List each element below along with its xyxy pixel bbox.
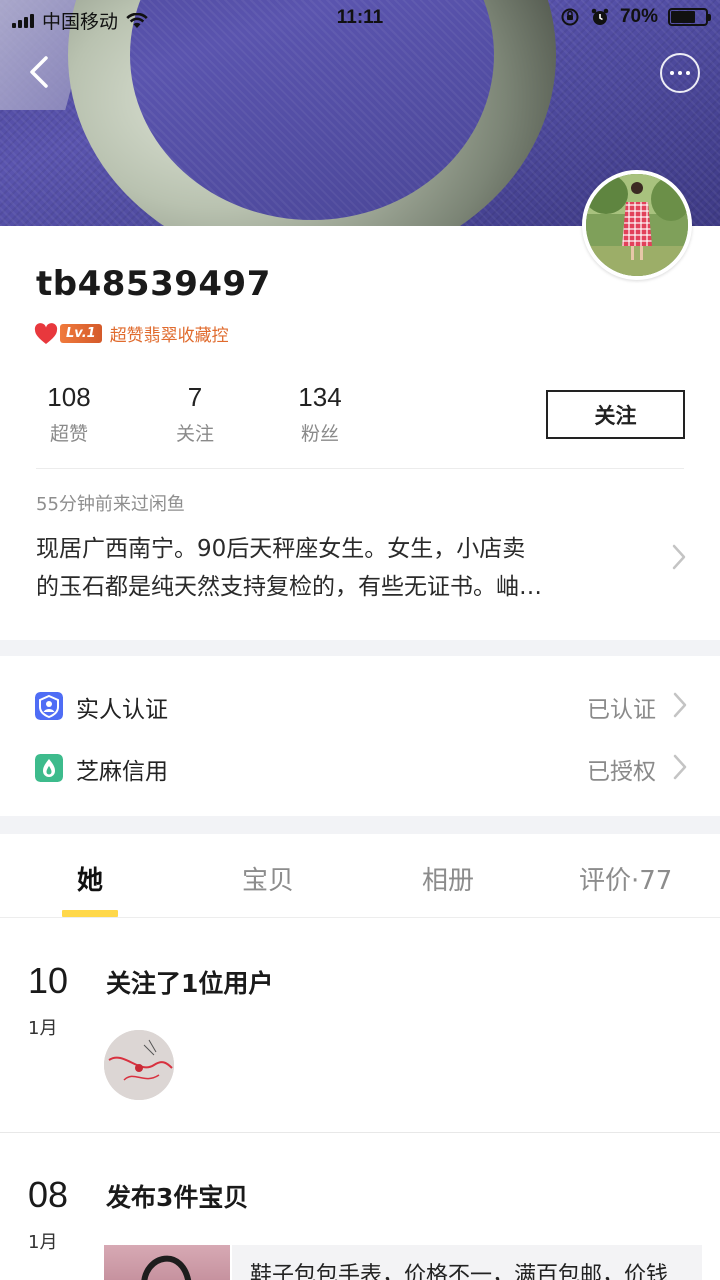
more-dot-icon: [670, 71, 674, 75]
orientation-lock-icon: [561, 8, 579, 26]
profile-card: tb48539497 Lv.1 超赞翡翠收藏控 108 超赞 7 关注 134 …: [0, 226, 720, 640]
auth-status: 已授权: [587, 759, 656, 785]
level-title: 超赞翡翠收藏控: [109, 326, 229, 346]
stat-value: 134: [298, 382, 342, 412]
feed-separator: [0, 1132, 720, 1133]
stat-value: 108: [47, 382, 91, 412]
tab-bar: 她 宝贝 相册 评价·77: [0, 834, 720, 918]
battery-icon: [668, 8, 711, 26]
sesame-credit-icon: [35, 754, 63, 782]
chevron-right-icon: [673, 692, 687, 718]
tab-reviews[interactable]: 评价·77: [579, 860, 672, 897]
feed-day: 10: [28, 960, 69, 1001]
bio-text[interactable]: 现居广西南宁。90后天秤座女生。女生，小店卖 的玉石都是纯天然支持复检的，有些无…: [36, 530, 656, 606]
divider: [36, 468, 684, 469]
active-tab-indicator: [62, 910, 118, 917]
tab-her[interactable]: 她: [77, 860, 103, 897]
real-name-verification-row[interactable]: 实人认证 已认证: [0, 676, 720, 738]
stat-likes[interactable]: 108 超赞: [29, 382, 109, 446]
chevron-right-icon: [673, 754, 687, 780]
auth-label: 芝麻信用: [76, 759, 168, 785]
section-gap: [0, 816, 720, 834]
section-gap: [0, 640, 720, 656]
activity-feed: 10 1月 关注了1位用户 08 1月 发布3件宝贝 鞋子包包手表，价格不一，满…: [0, 918, 720, 1280]
auth-status: 已认证: [587, 697, 656, 723]
feed-title: 发布3件宝贝: [106, 1183, 249, 1212]
stat-fans[interactable]: 134 粉丝: [280, 382, 360, 446]
person-verify-icon: [35, 692, 63, 720]
tab-items[interactable]: 宝贝: [242, 860, 294, 897]
username: tb48539497: [36, 264, 271, 304]
followed-user-avatar[interactable]: [104, 1030, 174, 1100]
stat-following[interactable]: 7 关注: [155, 382, 235, 446]
level-badge: Lv.1: [60, 324, 102, 343]
item-description[interactable]: 鞋子包包手表，价格不一，满百包邮，价钱: [232, 1245, 702, 1280]
back-arrow-icon[interactable]: [22, 50, 58, 94]
feed-month: 1月: [28, 1018, 58, 1039]
feed-day: 08: [28, 1174, 69, 1215]
tab-album[interactable]: 相册: [422, 860, 474, 897]
feed-title: 关注了1位用户: [106, 969, 274, 998]
heart-icon: [34, 322, 58, 344]
alarm-icon: [591, 8, 609, 25]
stat-label: 粉丝: [300, 423, 339, 445]
item-thumbnail[interactable]: [104, 1245, 230, 1280]
stat-label: 关注: [175, 423, 214, 445]
more-options-button[interactable]: [660, 53, 700, 93]
feed-month: 1月: [28, 1232, 58, 1253]
battery-percent: 70%: [619, 6, 658, 27]
level-row[interactable]: Lv.1 超赞翡翠收藏控: [34, 321, 229, 346]
stat-label: 超赞: [49, 423, 88, 445]
bio-line: 的玉石都是纯天然支持复检的，有些无证书。岫…: [36, 574, 542, 600]
last-visit-text: 55分钟前来过闲鱼: [36, 494, 185, 515]
avatar[interactable]: [582, 170, 692, 280]
bio-line: 现居广西南宁。90后天秤座女生。女生，小店卖: [36, 536, 526, 562]
chevron-right-icon[interactable]: [670, 542, 688, 572]
follow-button[interactable]: 关注: [546, 390, 685, 439]
stat-value: 7: [187, 382, 203, 412]
verification-section: 实人认证 已认证 芝麻信用 已授权: [0, 656, 720, 816]
sesame-credit-row[interactable]: 芝麻信用 已授权: [0, 738, 720, 800]
auth-label: 实人认证: [76, 697, 168, 723]
status-bar: 中国移动 11:11 70%: [0, 0, 720, 36]
